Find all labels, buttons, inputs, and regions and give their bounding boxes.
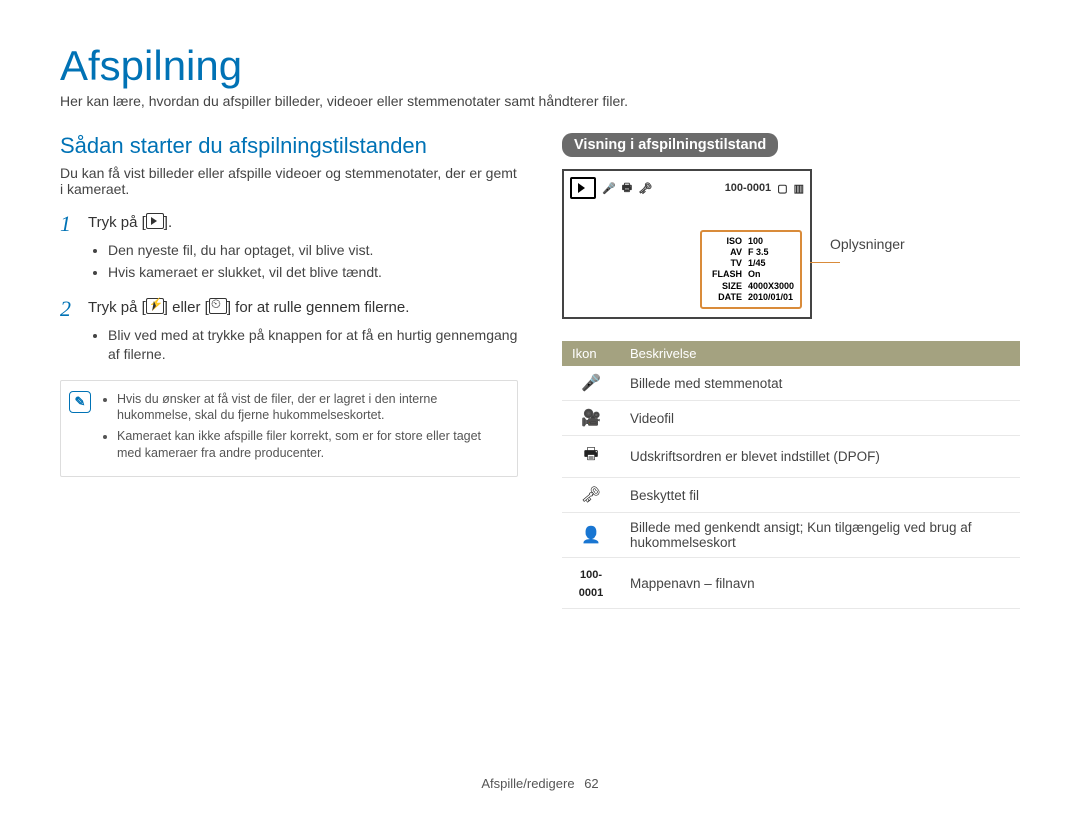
table-row: 100-0001Mappenavn – filnavn — [562, 558, 1020, 609]
info-row: TV1/45 — [708, 258, 794, 269]
table-row: 🖶Udskriftsordren er blevet indstillet (D… — [562, 436, 1020, 478]
list-item: Hvis du ønsker at få vist de filer, der … — [117, 391, 505, 425]
table-head-icon: Ikon — [562, 341, 620, 366]
print-icon: 🖶 — [622, 179, 632, 198]
info-label: Oplysninger — [830, 236, 905, 252]
info-row: FLASHOn — [708, 269, 794, 280]
icon-cell: 🎥 — [562, 401, 620, 436]
note-box: ✎ Hvis du ønsker at få vist de filer, de… — [60, 380, 518, 478]
list-item: Bliv ved med at trykke på knappen for at… — [108, 326, 518, 364]
page-intro: Her kan lære, hvordan du afspiller bille… — [60, 93, 1020, 109]
step-text-suffix: ] for at rulle gennem filerne. — [227, 299, 410, 316]
step-number: 1 — [60, 213, 78, 235]
step-1: 1 Tryk på []. — [60, 213, 518, 235]
playback-mode-icon — [570, 177, 596, 199]
info-row: SIZE4000X3000 — [708, 281, 794, 292]
note-icon: ✎ — [69, 391, 91, 413]
page-footer: Afspille/redigere 62 — [0, 776, 1080, 791]
storage-icon: ▢ — [777, 182, 787, 195]
info-panel: ISO100AVF 3.5TV1/45FLASHOnSIZE4000X3000D… — [700, 230, 802, 310]
desc-cell: Videofil — [620, 401, 1020, 436]
view-mode-badge: Visning i afspilningstilstand — [562, 133, 778, 157]
step-text-suffix: ]. — [164, 214, 172, 231]
flash-key-icon — [146, 298, 164, 314]
list-item: Kameraet kan ikke afspille filer korrekt… — [117, 428, 505, 462]
table-row: 🎤Billede med stemmenotat — [562, 366, 1020, 401]
camera-screen: 🎤 🖶 🗝 100-0001 ▢ ▥ ISO100AVF 3.5TV1/45FL… — [562, 169, 812, 319]
section-heading: Sådan starter du afspilningstilstanden — [60, 133, 518, 159]
step-2: 2 Tryk på [ ] eller [ ] for at rulle genne… — [60, 298, 518, 320]
left-column: Sådan starter du afspilningstilstanden D… — [60, 133, 518, 609]
step-text-mid: ] eller [ — [164, 299, 209, 316]
step-text-prefix: Tryk på [ — [88, 299, 146, 316]
camera-screen-figure: 🎤 🖶 🗝 100-0001 ▢ ▥ ISO100AVF 3.5TV1/45FL… — [562, 169, 1020, 319]
section-lead: Du kan få vist billeder eller afspille v… — [60, 165, 518, 197]
table-head-desc: Beskrivelse — [620, 341, 1020, 366]
battery-icon: ▥ — [794, 182, 804, 195]
file-id-indicator: 100-0001 — [725, 182, 772, 194]
desc-cell: Mappenavn – filnavn — [620, 558, 1020, 609]
icon-legend-table: Ikon Beskrivelse 🎤Billede med stemmenota… — [562, 341, 1020, 609]
timer-key-icon — [209, 298, 227, 314]
step-number: 2 — [60, 298, 78, 320]
info-row: AVF 3.5 — [708, 247, 794, 258]
table-row: 🗝Beskyttet fil — [562, 478, 1020, 513]
desc-cell: Billede med genkendt ansigt; Kun tilgæng… — [620, 513, 1020, 558]
desc-cell: Billede med stemmenotat — [620, 366, 1020, 401]
play-button-icon — [146, 213, 164, 229]
table-row: 👤Billede med genkendt ansigt; Kun tilgæn… — [562, 513, 1020, 558]
step-text-prefix: Tryk på [ — [88, 214, 146, 231]
leader-line — [810, 262, 840, 263]
info-row: ISO100 — [708, 236, 794, 247]
right-column: Visning i afspilningstilstand 🎤 🖶 🗝 100-… — [562, 133, 1020, 609]
footer-section: Afspille/redigere — [481, 776, 574, 791]
step-1-bullets: Den nyeste fil, du har optaget, vil bliv… — [60, 241, 518, 282]
desc-cell: Udskriftsordren er blevet indstillet (DP… — [620, 436, 1020, 478]
list-item: Hvis kameraet er slukket, vil det blive … — [108, 263, 518, 282]
mic-icon: 🎤 — [602, 182, 616, 195]
icon-cell: 👤 — [562, 513, 620, 558]
footer-page: 62 — [584, 776, 598, 791]
info-row: DATE2010/01/01 — [708, 292, 794, 303]
step-2-bullets: Bliv ved med at trykke på knappen for at… — [60, 326, 518, 364]
icon-cell: 100-0001 — [562, 558, 620, 609]
icon-cell: 🖶 — [562, 436, 620, 478]
table-row: 🎥Videofil — [562, 401, 1020, 436]
page-title: Afspilning — [60, 45, 1020, 87]
desc-cell: Beskyttet fil — [620, 478, 1020, 513]
key-icon: 🗝 — [638, 182, 652, 195]
list-item: Den nyeste fil, du har optaget, vil bliv… — [108, 241, 518, 260]
icon-cell: 🗝 — [562, 478, 620, 513]
icon-cell: 🎤 — [562, 366, 620, 401]
